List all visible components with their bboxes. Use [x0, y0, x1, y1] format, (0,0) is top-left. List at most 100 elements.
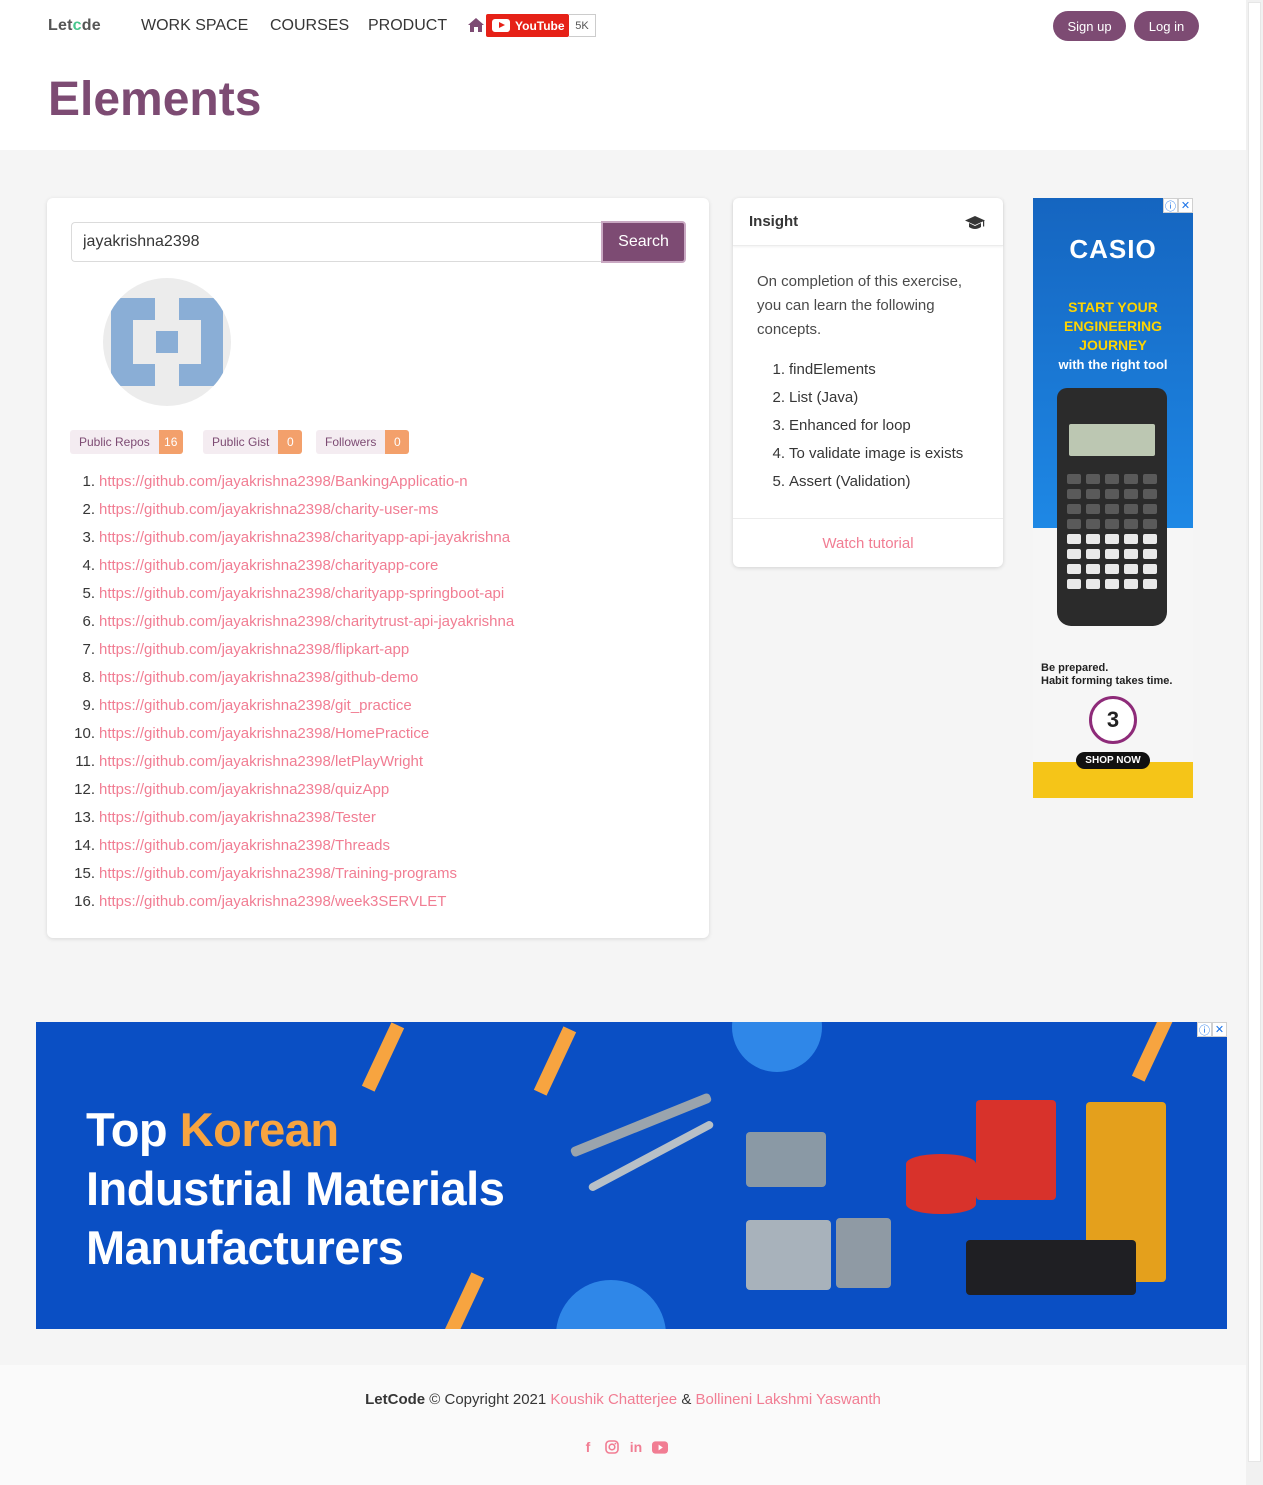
repo-link[interactable]: https://github.com/jayakrishna2398/letPl… — [99, 748, 423, 776]
banner-headline: Top Korean Industrial Materials Manufact… — [86, 1100, 505, 1277]
calc-key — [1124, 474, 1138, 484]
public-repos-count: 16 — [158, 430, 183, 454]
repo-link[interactable]: https://github.com/jayakrishna2398/Threa… — [99, 832, 390, 860]
repo-link[interactable]: https://github.com/jayakrishna2398/git_p… — [99, 692, 412, 720]
username-search-input[interactable] — [71, 222, 601, 262]
list-item: 1. https://github.com/jayakrishna2398/Ban… — [71, 468, 514, 496]
calc-key — [1067, 489, 1081, 499]
repo-link[interactable]: https://github.com/jayakrishna2398/chari… — [99, 608, 514, 636]
list-item: 5. Assert (Validation) — [757, 468, 963, 496]
calc-key — [1124, 549, 1138, 559]
calc-key — [1067, 504, 1081, 514]
repo-link[interactable]: https://github.com/jayakrishna2398/HomeP… — [99, 720, 429, 748]
list-item: 16. https://github.com/jayakrishna2398/we… — [71, 888, 514, 916]
list-item: 8. https://github.com/jayakrishna2398/git… — [71, 664, 514, 692]
casio-copy-line2: Habit forming takes time. — [1041, 675, 1173, 687]
casio-copy: Be prepared. Habit forming takes time. — [1041, 662, 1172, 688]
logo-text-c: c — [72, 17, 82, 34]
repo-link[interactable]: https://github.com/jayakrishna2398/chari… — [99, 524, 510, 552]
calc-key — [1067, 579, 1081, 589]
youtube-subscribe-button[interactable]: YouTube — [486, 14, 569, 37]
repo-link[interactable]: https://github.com/jayakrishna2398/chari… — [99, 552, 438, 580]
product-can — [906, 1154, 976, 1214]
concept-text: findElements — [789, 361, 876, 378]
author-link-koushik[interactable]: Koushik Chatterjee — [550, 1391, 677, 1408]
calc-key — [1124, 579, 1138, 589]
repo-link[interactable]: https://github.com/jayakrishna2398/githu… — [99, 664, 418, 692]
nav-workspace[interactable]: WORK SPACE — [141, 17, 248, 35]
repo-link[interactable]: https://github.com/jayakrishna2398/chari… — [99, 496, 438, 524]
search-button[interactable]: Search — [601, 221, 686, 263]
followers-count: 0 — [385, 430, 410, 454]
social-links: f in — [580, 1439, 668, 1455]
ad-close-icon[interactable]: ✕ — [1178, 198, 1193, 213]
repo-link[interactable]: https://github.com/jayakrishna2398/Train… — [99, 860, 457, 888]
calc-key — [1067, 534, 1081, 544]
ampersand-text: & — [677, 1391, 696, 1408]
repo-list: 1. https://github.com/jayakrishna2398/Ban… — [71, 468, 514, 916]
repo-link[interactable]: https://github.com/jayakrishna2398/Banki… — [99, 468, 468, 496]
nav-product[interactable]: PRODUCT — [368, 17, 447, 35]
repo-link[interactable]: https://github.com/jayakrishna2398/week3… — [99, 888, 446, 916]
footer-brand: LetCode — [365, 1391, 426, 1408]
product-pump — [746, 1132, 826, 1187]
calc-key — [1086, 489, 1100, 499]
industrial-banner-ad[interactable]: Top Korean Industrial Materials Manufact… — [36, 1022, 1227, 1329]
list-number: 1. — [772, 361, 785, 378]
headline-line2: Industrial Materials — [86, 1162, 505, 1215]
calc-key — [1086, 474, 1100, 484]
logo-text-let: Let — [48, 17, 73, 34]
login-button[interactable]: Log in — [1134, 11, 1199, 41]
ad-info-icon[interactable]: ⓘ — [1163, 198, 1178, 213]
list-number: 12. — [74, 781, 95, 798]
instagram-icon[interactable] — [604, 1439, 620, 1455]
casio-side-ad[interactable]: ⓘ ✕ CASIO START YOUR ENGINEERING JOURNEY… — [1033, 198, 1193, 798]
logo-text-de: de — [81, 17, 101, 34]
list-number: 5. — [772, 473, 785, 490]
product-can — [976, 1100, 1056, 1200]
list-item: 4. https://github.com/jayakrishna2398/cha… — [71, 552, 514, 580]
author-link-bollineni[interactable]: Bollineni Lakshmi Yaswanth — [696, 1391, 881, 1408]
calc-key — [1105, 564, 1119, 574]
calc-key — [1124, 564, 1138, 574]
linkedin-icon[interactable]: in — [628, 1439, 644, 1455]
followers-tag: Followers 0 — [316, 430, 410, 454]
repo-link[interactable]: https://github.com/jayakrishna2398/flipk… — [99, 636, 409, 664]
list-number: 3. — [772, 417, 785, 434]
product-rod — [587, 1119, 715, 1193]
concept-text: Assert (Validation) — [789, 473, 911, 490]
calc-key — [1124, 504, 1138, 514]
letcode-logo[interactable]: Letcde — [48, 17, 101, 35]
headline-word-top: Top — [86, 1103, 168, 1156]
ad-info-icon[interactable]: ⓘ — [1197, 1022, 1212, 1037]
list-number: 13. — [74, 809, 95, 826]
shop-now-button[interactable]: SHOP NOW — [1076, 752, 1150, 769]
list-number: 15. — [74, 865, 95, 882]
scrollbar-thumb[interactable] — [1248, 2, 1261, 1462]
list-number: 4. — [772, 445, 785, 462]
tagline-line2: ENGINEERING JOURNEY — [1063, 318, 1162, 353]
calc-key — [1105, 474, 1119, 484]
repo-link[interactable]: https://github.com/jayakrishna2398/chari… — [99, 580, 504, 608]
signup-button[interactable]: Sign up — [1053, 11, 1126, 41]
home-icon[interactable] — [467, 17, 485, 33]
calc-key — [1086, 549, 1100, 559]
youtube-icon[interactable] — [652, 1439, 668, 1455]
watch-tutorial-link[interactable]: Watch tutorial — [822, 535, 913, 552]
calc-key — [1105, 504, 1119, 514]
repo-link[interactable]: https://github.com/jayakrishna2398/quizA… — [99, 776, 389, 804]
tagline-line1: START YOUR — [1068, 299, 1158, 315]
youtube-label: YouTube — [515, 18, 565, 33]
decor-bar — [361, 1022, 405, 1092]
list-number: 2. — [772, 389, 785, 406]
ad-close-icon[interactable]: ✕ — [1212, 1022, 1227, 1037]
nav-courses[interactable]: COURSES — [270, 17, 349, 35]
insight-header: Insight — [733, 198, 1003, 246]
list-number: 10. — [74, 725, 95, 742]
calc-key — [1086, 564, 1100, 574]
list-item: 4. To validate image is exists — [757, 440, 963, 468]
product-amplifier — [966, 1240, 1136, 1295]
facebook-icon[interactable]: f — [580, 1439, 596, 1455]
public-repos-label: Public Repos — [70, 430, 159, 454]
repo-link[interactable]: https://github.com/jayakrishna2398/Teste… — [99, 804, 376, 832]
